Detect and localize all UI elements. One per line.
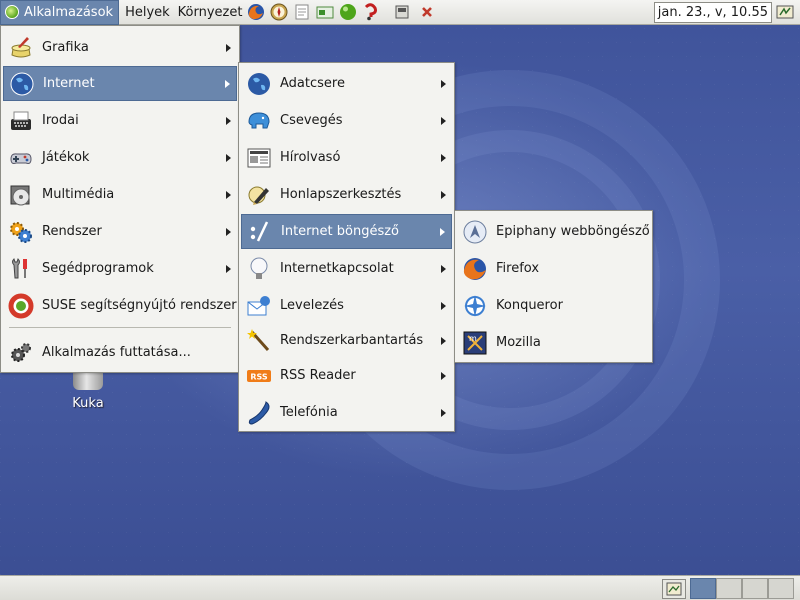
elephant-icon xyxy=(245,107,273,135)
menu-item-rss-reader[interactable]: RSS RSS Reader xyxy=(241,358,452,393)
globe-icon xyxy=(245,70,273,98)
show-desktop-button[interactable] xyxy=(662,579,686,599)
phone-icon xyxy=(245,399,273,427)
multimedia-icon xyxy=(7,181,35,209)
browser-slash-icon xyxy=(246,218,274,246)
launcher-area xyxy=(246,2,437,22)
applications-menu: Grafika Internet Irodai Játékok Multiméd… xyxy=(0,25,240,373)
chevron-right-icon xyxy=(226,43,231,52)
close-icon[interactable] xyxy=(417,2,437,22)
menu-item-internet-bongeszo[interactable]: Internet böngésző xyxy=(241,214,452,249)
wand-icon xyxy=(245,327,273,355)
applications-label: Alkalmazások xyxy=(24,4,114,20)
chevron-right-icon xyxy=(440,227,445,236)
chevron-right-icon xyxy=(441,336,446,345)
menu-item-konqueror[interactable]: Konqueror xyxy=(457,288,650,323)
firefox-icon xyxy=(461,255,489,283)
konqueror-icon xyxy=(461,292,489,320)
trash-label: Kuka xyxy=(72,396,104,411)
system-gears-icon xyxy=(7,218,35,246)
epiphany-icon xyxy=(461,218,489,246)
menu-item-adatcsere[interactable]: Adatcsere xyxy=(241,66,452,101)
chevron-right-icon xyxy=(441,371,446,380)
globe-icon xyxy=(8,70,36,98)
chevron-right-icon xyxy=(441,190,446,199)
graphics-icon xyxy=(7,34,35,62)
menu-separator xyxy=(9,327,231,328)
workspace-1[interactable] xyxy=(690,578,716,599)
top-panel: Alkalmazások Helyek Környezet jan. 23., … xyxy=(0,0,800,25)
chevron-right-icon xyxy=(226,116,231,125)
bottom-panel xyxy=(0,575,800,600)
menu-item-suse-help[interactable]: SUSE segítségnyújtó rendszer xyxy=(3,288,237,323)
firefox-launcher-icon[interactable] xyxy=(246,2,266,22)
mozilla-icon: m xyxy=(461,329,489,357)
newspaper-icon xyxy=(245,144,273,172)
menu-item-multimedia[interactable]: Multimédia xyxy=(3,177,237,212)
desktop-menu-button[interactable]: Környezet xyxy=(176,5,245,20)
window-list-icon[interactable] xyxy=(392,2,412,22)
chevron-right-icon xyxy=(441,116,446,125)
compass-launcher-icon[interactable] xyxy=(269,2,289,22)
workspace-4[interactable] xyxy=(768,578,794,599)
mail-launcher-icon[interactable] xyxy=(315,2,335,22)
tools-icon xyxy=(7,255,35,283)
menu-item-internetkapcsolat[interactable]: Internetkapcsolat xyxy=(241,251,452,286)
applications-menu-button[interactable]: Alkalmazások xyxy=(0,0,120,25)
workspace-switcher xyxy=(690,578,794,599)
chevron-right-icon xyxy=(441,301,446,310)
suse-gecko-icon xyxy=(5,5,19,19)
chevron-right-icon xyxy=(441,408,446,417)
menu-item-irodai[interactable]: Irodai xyxy=(3,103,237,138)
green-ball-launcher-icon[interactable] xyxy=(338,2,358,22)
tray-network-icon[interactable] xyxy=(776,4,794,20)
menu-item-honlapszerkesztes[interactable]: Honlapszerkesztés xyxy=(241,177,452,212)
menu-item-segedprogramok[interactable]: Segédprogramok xyxy=(3,251,237,286)
chevron-right-icon xyxy=(226,190,231,199)
menu-item-run-application[interactable]: Alkalmazás futtatása... xyxy=(3,335,237,370)
pen-icon xyxy=(245,181,273,209)
menu-item-hirolvaso[interactable]: Hírolvasó xyxy=(241,140,452,175)
document-launcher-icon[interactable] xyxy=(292,2,312,22)
internet-browser-submenu: Epiphany webböngésző Firefox Konqueror m… xyxy=(454,210,653,363)
chevron-right-icon xyxy=(226,264,231,273)
help-launcher-icon[interactable] xyxy=(361,2,381,22)
menu-item-mozilla[interactable]: m Mozilla xyxy=(457,325,650,360)
chevron-right-icon xyxy=(441,264,446,273)
clock[interactable]: jan. 23., v, 10.55 xyxy=(653,2,772,23)
menu-item-internet[interactable]: Internet xyxy=(3,66,237,101)
menu-item-rendszer[interactable]: Rendszer xyxy=(3,214,237,249)
chevron-right-icon xyxy=(441,153,446,162)
gamepad-icon xyxy=(7,144,35,172)
menu-item-jatekok[interactable]: Játékok xyxy=(3,140,237,175)
typewriter-icon xyxy=(7,107,35,135)
run-gears-icon xyxy=(7,339,35,367)
workspace-2[interactable] xyxy=(716,578,742,599)
places-menu-button[interactable]: Helyek xyxy=(119,5,176,20)
lifebuoy-icon xyxy=(7,292,35,320)
svg-text:m: m xyxy=(469,334,477,343)
chevron-right-icon xyxy=(226,153,231,162)
internet-submenu: Adatcsere Csevegés Hírolvasó Honlapszerk… xyxy=(238,62,455,432)
chevron-right-icon xyxy=(226,227,231,236)
rss-icon: RSS xyxy=(245,362,273,390)
menu-item-epiphany[interactable]: Epiphany webböngésző xyxy=(457,214,650,249)
menu-item-firefox[interactable]: Firefox xyxy=(457,251,650,286)
menu-item-csevegés[interactable]: Csevegés xyxy=(241,103,452,138)
menu-item-levelezes[interactable]: Levelezés xyxy=(241,288,452,323)
mail-icon xyxy=(245,292,273,320)
menu-item-grafika[interactable]: Grafika xyxy=(3,30,237,65)
menu-item-rendszerkarbantartas[interactable]: Rendszerkarbantartás xyxy=(241,323,452,358)
chevron-right-icon xyxy=(441,79,446,88)
svg-text:RSS: RSS xyxy=(250,372,268,381)
bulb-icon xyxy=(245,255,273,283)
menu-item-telefonia[interactable]: Telefónia xyxy=(241,395,452,430)
chevron-right-icon xyxy=(225,79,230,88)
workspace-3[interactable] xyxy=(742,578,768,599)
